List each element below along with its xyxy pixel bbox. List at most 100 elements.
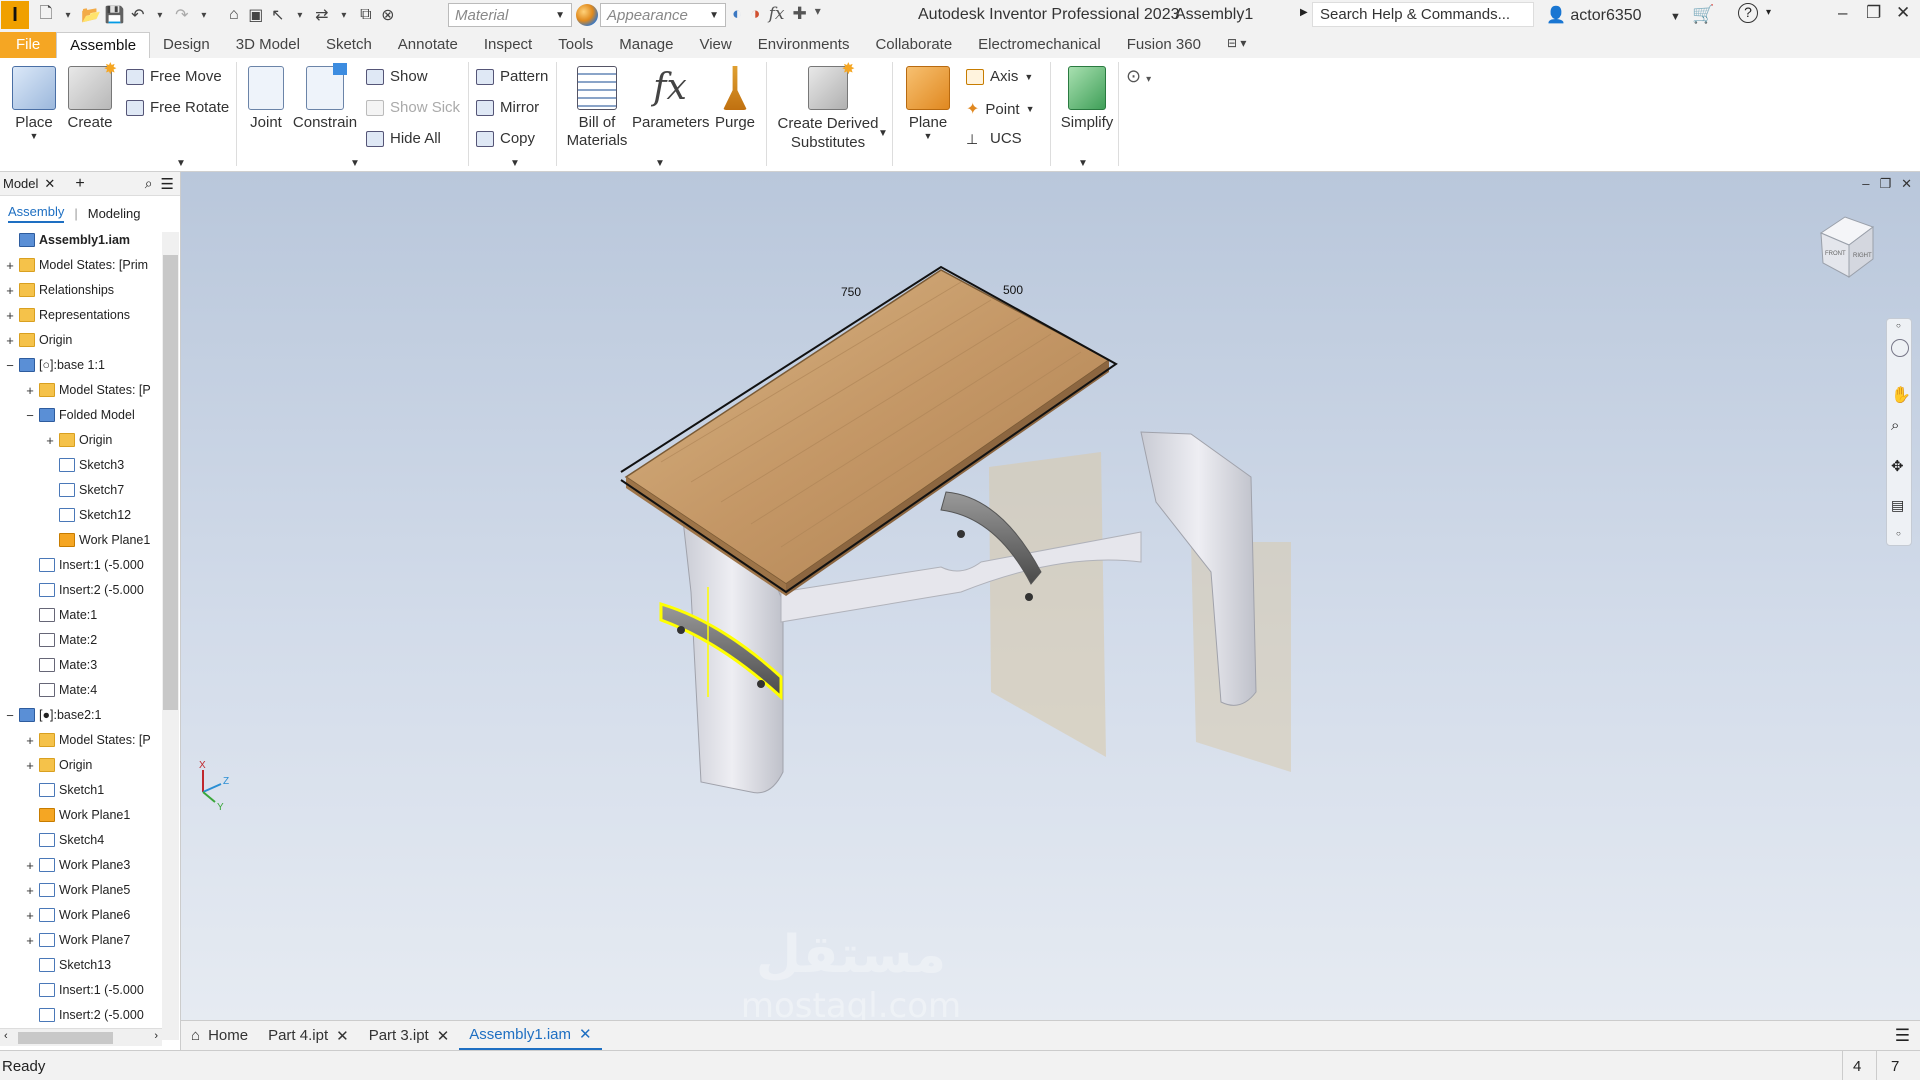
dimension-500[interactable]: 500 bbox=[1003, 283, 1023, 297]
customize-caret-icon[interactable]: ▾ bbox=[815, 4, 821, 24]
tree-node[interactable]: − [●]:base2:1 bbox=[4, 705, 101, 725]
save-icon[interactable]: 💾 bbox=[105, 5, 125, 25]
expand-icon[interactable]: + bbox=[24, 933, 36, 948]
menu-icon[interactable]: ☰ bbox=[161, 175, 174, 193]
collapse-icon[interactable]: − bbox=[4, 708, 16, 723]
tree-node[interactable]: + Model States: [P bbox=[24, 730, 151, 750]
tab-assemble[interactable]: Assemble bbox=[56, 32, 151, 58]
materials-globe-icon[interactable]: ⊗ bbox=[379, 5, 397, 25]
home-tab[interactable]: ⌂ Home bbox=[181, 1027, 258, 1044]
tree-vertical-thumb[interactable] bbox=[163, 255, 178, 710]
bill-of-materials-button[interactable]: Bill of Materials bbox=[562, 66, 632, 150]
tree-node[interactable]: Sketch1 bbox=[24, 780, 104, 800]
dimension-750[interactable]: 750 bbox=[841, 285, 861, 299]
restore-icon[interactable]: ❐ bbox=[1866, 3, 1881, 23]
tree-node[interactable]: Work Plane1 bbox=[24, 805, 130, 825]
tree-node[interactable]: Work Plane1 bbox=[44, 530, 150, 550]
graphics-viewport[interactable]: – ❐ ✕ 750 500 X Z Y FRONT RIGHT مستقل mo… bbox=[181, 172, 1920, 1020]
constrain-button[interactable]: Constrain bbox=[292, 63, 358, 131]
tab-design[interactable]: Design bbox=[150, 32, 223, 58]
inventor-logo-icon[interactable]: I bbox=[1, 1, 29, 29]
tree-node[interactable]: + Model States: [Prim bbox=[4, 255, 148, 275]
add-browser-tab-icon[interactable]: + bbox=[75, 175, 84, 193]
tab-electromechanical[interactable]: Electromechanical bbox=[965, 32, 1114, 58]
dropdown-caret-icon[interactable]: ▾ bbox=[291, 10, 309, 21]
point-button[interactable]: ✦ Point ▼ bbox=[966, 99, 1035, 119]
dropdown-caret-icon[interactable]: ▾ bbox=[151, 10, 169, 21]
viewcube[interactable]: FRONT RIGHT bbox=[1819, 216, 1875, 278]
tree-node[interactable]: − [○]:base 1:1 bbox=[4, 355, 105, 375]
hide-all-button[interactable]: Hide All bbox=[366, 130, 441, 147]
close-tab-icon[interactable]: ✕ bbox=[437, 1027, 450, 1045]
ucs-button[interactable]: ⊥ UCS bbox=[966, 130, 1022, 147]
tree-horizontal-scrollbar[interactable]: ‹ › bbox=[0, 1028, 162, 1046]
appearance-combo[interactable]: Appearance ▼ bbox=[600, 3, 726, 27]
close-tab-icon[interactable]: ✕ bbox=[579, 1025, 592, 1043]
manage-panel-caret-icon[interactable]: ▼ bbox=[655, 158, 665, 169]
tab-view[interactable]: View bbox=[686, 32, 744, 58]
close-model-tab-icon[interactable]: ✕ bbox=[44, 176, 55, 192]
ribbon-display-toggle-icon[interactable]: ⊟ ▾ bbox=[1214, 32, 1259, 58]
tree-node[interactable]: + Work Plane6 bbox=[24, 905, 130, 925]
relationships-panel-caret-icon[interactable]: ▼ bbox=[350, 158, 360, 169]
fx-parameters-icon[interactable]: fx bbox=[769, 4, 785, 24]
projects-icon[interactable]: ▣ bbox=[247, 5, 265, 25]
dropdown-caret-icon[interactable]: ▾ bbox=[195, 10, 213, 21]
simplify-button[interactable]: Simplify bbox=[1056, 66, 1118, 131]
material-combo[interactable]: Material ▼ bbox=[448, 3, 572, 27]
tree-node[interactable]: Insert:2 (-5.000 bbox=[24, 1005, 144, 1025]
plane-button[interactable]: Plane ▼ bbox=[900, 66, 956, 141]
tree-node[interactable]: Sketch3 bbox=[44, 455, 124, 475]
tree-node[interactable]: + Origin bbox=[4, 330, 72, 350]
tree-node[interactable]: Insert:1 (-5.000 bbox=[24, 980, 144, 1000]
create-button[interactable]: ✸ Create bbox=[66, 61, 117, 131]
component-panel-caret-icon[interactable]: ▼ bbox=[176, 158, 186, 169]
copy-button[interactable]: Copy bbox=[476, 130, 535, 147]
tree-node[interactable]: − Folded Model bbox=[24, 405, 135, 425]
mirror-button[interactable]: Mirror bbox=[476, 99, 539, 116]
expand-icon[interactable]: + bbox=[4, 258, 16, 273]
rebuild-icon[interactable]: ⧉ bbox=[357, 6, 375, 24]
model-tab[interactable]: Model bbox=[0, 176, 44, 191]
tree-node[interactable]: Sketch7 bbox=[44, 480, 124, 500]
tree-node[interactable]: + Model States: [P bbox=[24, 380, 151, 400]
redo-icon[interactable]: ↷ bbox=[173, 5, 191, 25]
tree-node[interactable]: + Representations bbox=[4, 305, 130, 325]
tree-node[interactable]: Mate:1 bbox=[24, 605, 97, 625]
steering-wheel-icon[interactable] bbox=[1891, 339, 1909, 357]
purge-button[interactable]: Purge bbox=[712, 66, 758, 131]
derived-caret-icon[interactable]: ▼ bbox=[878, 128, 888, 139]
tree-node[interactable]: Mate:4 bbox=[24, 680, 97, 700]
tab-annotate[interactable]: Annotate bbox=[385, 32, 471, 58]
zoom-icon[interactable]: ⌕ bbox=[1891, 417, 1899, 434]
expand-arrow-icon[interactable]: ▶ bbox=[1300, 7, 1308, 18]
tab-collaborate[interactable]: Collaborate bbox=[862, 32, 965, 58]
close-window-icon[interactable]: ✕ bbox=[1896, 3, 1910, 23]
doc-tab-part3[interactable]: Part 3.ipt ✕ bbox=[359, 1027, 460, 1045]
tree-node[interactable]: Insert:2 (-5.000 bbox=[24, 580, 144, 600]
tab-environments[interactable]: Environments bbox=[745, 32, 863, 58]
pan-hand-icon[interactable]: ✋ bbox=[1891, 385, 1911, 405]
translucent-panel[interactable] bbox=[989, 452, 1106, 757]
adjust-appearance-icon[interactable]: ◐ bbox=[732, 4, 742, 24]
search-help-input[interactable]: Search Help & Commands... bbox=[1312, 2, 1534, 27]
tree-node[interactable]: + Work Plane7 bbox=[24, 930, 130, 950]
expand-icon[interactable]: + bbox=[24, 908, 36, 923]
collapse-icon[interactable]: − bbox=[4, 358, 16, 373]
expand-icon[interactable]: + bbox=[4, 308, 16, 323]
pattern-panel-caret-icon[interactable]: ▼ bbox=[510, 158, 520, 169]
modeling-subtab[interactable]: Modeling bbox=[88, 206, 141, 221]
create-derived-substitutes-button[interactable]: ✸ Create Derived Substitutes bbox=[772, 61, 884, 152]
tab-inspect[interactable]: Inspect bbox=[471, 32, 545, 58]
show-button[interactable]: Show bbox=[366, 68, 428, 85]
new-file-icon[interactable]: 🗋 bbox=[37, 2, 55, 29]
orbit-icon[interactable]: ✥ bbox=[1891, 457, 1904, 475]
tree-horizontal-thumb[interactable] bbox=[18, 1032, 113, 1044]
dropdown-caret-icon[interactable]: ▾ bbox=[335, 10, 353, 21]
tree-node[interactable]: Mate:3 bbox=[24, 655, 97, 675]
tree-node[interactable]: + Relationships bbox=[4, 280, 114, 300]
tree-node[interactable]: Sketch12 bbox=[44, 505, 131, 525]
tree-node[interactable]: Sketch4 bbox=[24, 830, 104, 850]
tab-file[interactable]: File bbox=[0, 32, 57, 58]
show-sick-button[interactable]: Show Sick bbox=[366, 99, 460, 116]
